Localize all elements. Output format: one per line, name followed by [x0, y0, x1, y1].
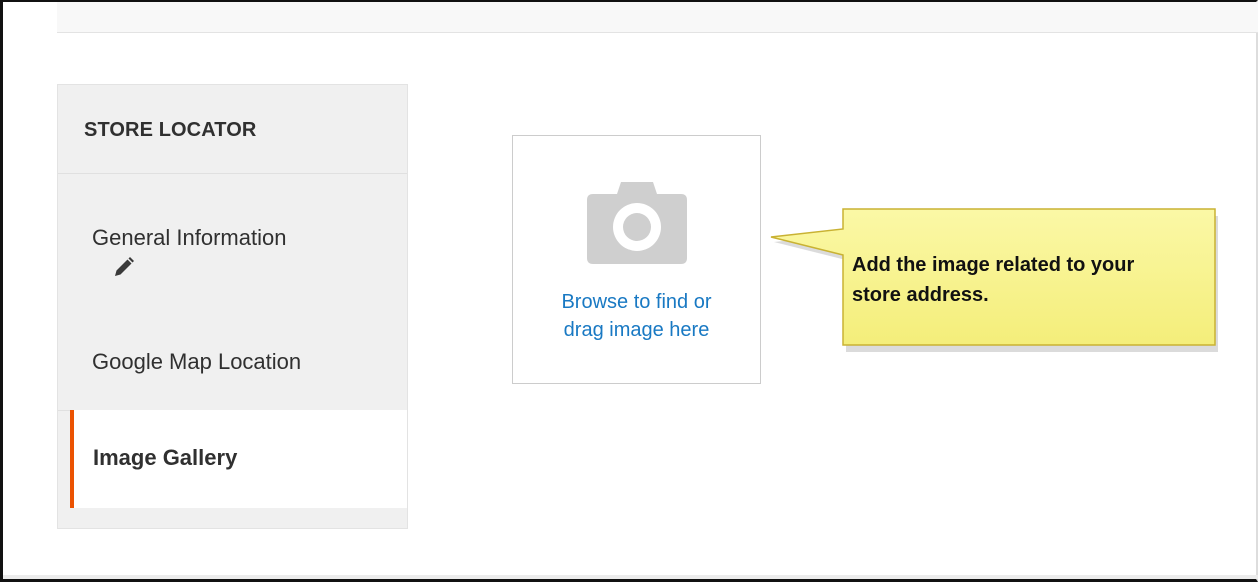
browse-link[interactable]: Browse to find or drag image here	[513, 288, 760, 344]
store-locator-sidebar: STORE LOCATOR General Information Google…	[57, 84, 408, 529]
sidebar-item-label: Google Map Location	[92, 349, 302, 374]
image-upload-dropzone[interactable]: Browse to find or drag image here	[512, 135, 761, 384]
sidebar-title: STORE LOCATOR	[84, 119, 257, 141]
callout-line1: Add the image related to your	[852, 254, 1135, 276]
pencil-icon	[115, 257, 134, 276]
sidebar-item-label: Image Gallery	[93, 445, 238, 470]
page-header-strip	[57, 2, 1258, 33]
sidebar-divider	[58, 173, 407, 174]
browse-text-line2: drag image here	[563, 319, 710, 341]
callout-line2: store address.	[852, 284, 989, 306]
sidebar-item-label: General Information	[92, 225, 287, 250]
browse-text-line1: Browse to find or	[561, 291, 712, 313]
sidebar-item-image-gallery[interactable]: Image Gallery	[70, 410, 407, 508]
callout-text: Add the image related to your store addr…	[852, 250, 1212, 310]
page-footer-strip	[3, 575, 1258, 579]
camera-icon	[587, 182, 687, 264]
